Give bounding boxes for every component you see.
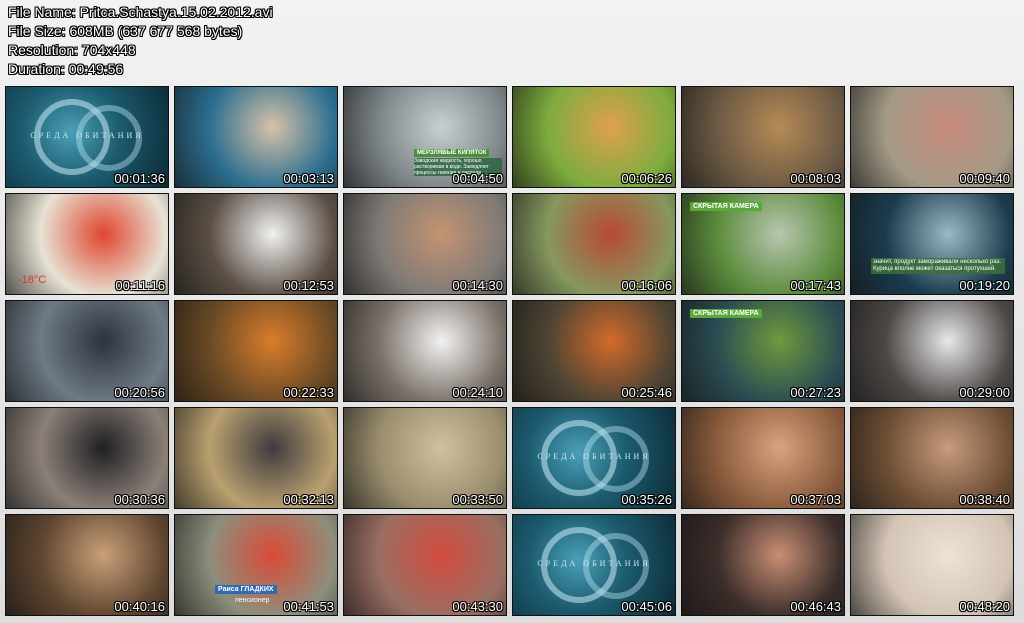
thumbnail-hidden-camera: СКРЫТАЯ КАМЕРА 00:17:43 (681, 193, 845, 295)
thumbnail-two-women-street: 00:14:30 (343, 193, 507, 295)
file-info-header: File Name: Pritca.Schastya.15.02.2012.av… (8, 3, 273, 79)
thumbnail-cage-fox: 00:08:03 (681, 86, 845, 188)
thumbnail-tag-label: Раиса ГЛАДКИХ (215, 585, 277, 594)
thumbnail-police-officer: 00:20:56 (5, 300, 169, 402)
duration-text: Duration: 00:49:56 (8, 61, 124, 77)
resolution-text: Resolution: 704x448 (8, 42, 136, 58)
thumbnail-meat-trays: 00:09:40 (850, 86, 1014, 188)
timestamp-label: 00:20:56 (114, 385, 165, 400)
timestamp-label: 00:32:13 (283, 492, 334, 507)
thumbnail-ice-water: МЕРЗЛЯВЫЕ КИПЯТОК Заводская жидкость, хор… (343, 86, 507, 188)
thumbnail-hidden-camera-2: СКРЫТАЯ КАМЕРА 00:27:23 (681, 300, 845, 402)
thumbnail-caption-text: значит, продукт замораживали несколько р… (871, 258, 1005, 274)
thumbnail-tag-label: СКРЫТАЯ КАМЕРА (690, 202, 762, 211)
thumbnail-overlay-text: СРЕДА ОБИТАНИЯ (537, 452, 651, 461)
thumbnail-overlay-text: СРЕДА ОБИТАНИЯ (30, 131, 144, 140)
thumbnail-fried-cutlets: 00:06:26 (512, 86, 676, 188)
thumbnail-hand-dough: 00:48:20 (850, 514, 1014, 616)
thumbnail-title-logo: СРЕДА ОБИТАНИЯ 00:01:36 (5, 86, 169, 188)
timestamp-label: 00:25:46 (621, 385, 672, 400)
timestamp-label: 00:48:20 (959, 599, 1010, 614)
thumbnail-man-map: 00:32:13 (174, 407, 338, 509)
thumbnail-labels-package: -18°C 00:11:16 (5, 193, 169, 295)
thumbnail-market-stall: 00:43:30 (343, 514, 507, 616)
timestamp-label: 00:09:40 (959, 171, 1010, 186)
thumbnail-grid: СРЕДА ОБИТАНИЯ 00:01:36 00:03:13 МЕРЗЛЯВЫЕ … (5, 86, 1014, 616)
timestamp-label: 00:30:36 (114, 492, 165, 507)
timestamp-label: 00:22:33 (283, 385, 334, 400)
timestamp-label: 00:17:43 (790, 278, 841, 293)
timestamp-label: 00:03:13 (283, 171, 334, 186)
timestamp-label: 00:41:53 (283, 599, 334, 614)
file-size-text: File Size: 608MB (637 677 568 bytes) (8, 23, 243, 39)
thumbnail-tag-label: МЕРЗЛЯВЫЕ КИПЯТОК (414, 149, 490, 157)
thumbnail-chef-kitchen: 00:12:53 (174, 193, 338, 295)
thumbnail-roast-chicken: 00:22:33 (174, 300, 338, 402)
thumbnail-woman-kitchen: Раиса ГЛАДКИХ пенсионер 00:41:53 (174, 514, 338, 616)
thumbnail-playground: 00:16:06 (512, 193, 676, 295)
thumbnail-men-table: 00:38:40 (850, 407, 1014, 509)
timestamp-label: 00:19:20 (959, 278, 1010, 293)
timestamp-label: 00:08:03 (790, 171, 841, 186)
thumbnail-title-logo-3: СРЕДА ОБИТАНИЯ 00:45:06 (512, 514, 676, 616)
thumbnail-title-logo-2: СРЕДА ОБИТАНИЯ 00:35:26 (512, 407, 676, 509)
timestamp-label: 00:12:53 (283, 278, 334, 293)
timestamp-label: 00:27:23 (790, 385, 841, 400)
thumbnail-chef-cooking: 00:24:10 (343, 300, 507, 402)
thumbnail-group-dinner: 00:40:16 (5, 514, 169, 616)
timestamp-label: 00:14:30 (452, 278, 503, 293)
timestamp-label: 00:43:30 (452, 599, 503, 614)
thumbnail-man-aquarium: 00:03:13 (174, 86, 338, 188)
thumbnail-graphic-plate: значит, продукт замораживали несколько р… (850, 193, 1014, 295)
timestamp-label: 00:38:40 (959, 492, 1010, 507)
timestamp-label: 00:46:43 (790, 599, 841, 614)
thumbnail-overlay-text: СРЕДА ОБИТАНИЯ (537, 559, 651, 568)
timestamp-label: 00:16:06 (621, 278, 672, 293)
thumbnail-woman-snow: 00:30:36 (5, 407, 169, 509)
thumbnail-man-drawing: 00:29:00 (850, 300, 1014, 402)
timestamp-label: 00:01:36 (114, 171, 165, 186)
timestamp-label: 00:11:16 (115, 278, 165, 293)
timestamp-label: 00:06:26 (621, 171, 672, 186)
thumbnail-caption-text: пенсионер (235, 597, 270, 604)
timestamp-label: 00:33:50 (452, 492, 503, 507)
thumbnail-tag-label: СКРЫТАЯ КАМЕРА (690, 309, 762, 318)
file-name-text: File Name: Pritca.Schastya.15.02.2012.av… (8, 4, 273, 20)
thumbnail-raw-meat: 00:37:03 (681, 407, 845, 509)
timestamp-label: 00:45:06 (621, 599, 672, 614)
timestamp-label: 00:24:10 (452, 385, 503, 400)
timestamp-label: 00:37:03 (790, 492, 841, 507)
thumbnail-man-woman-dinner: 00:46:43 (681, 514, 845, 616)
thumbnail-bird-closeup: 00:33:50 (343, 407, 507, 509)
thumbnail-food-tray: 00:25:46 (512, 300, 676, 402)
timestamp-label: 00:29:00 (959, 385, 1010, 400)
thumbnail-overlay-text: -18°C (18, 274, 47, 286)
timestamp-label: 00:35:26 (621, 492, 672, 507)
timestamp-label: 00:04:50 (452, 171, 503, 186)
timestamp-label: 00:40:16 (114, 599, 165, 614)
